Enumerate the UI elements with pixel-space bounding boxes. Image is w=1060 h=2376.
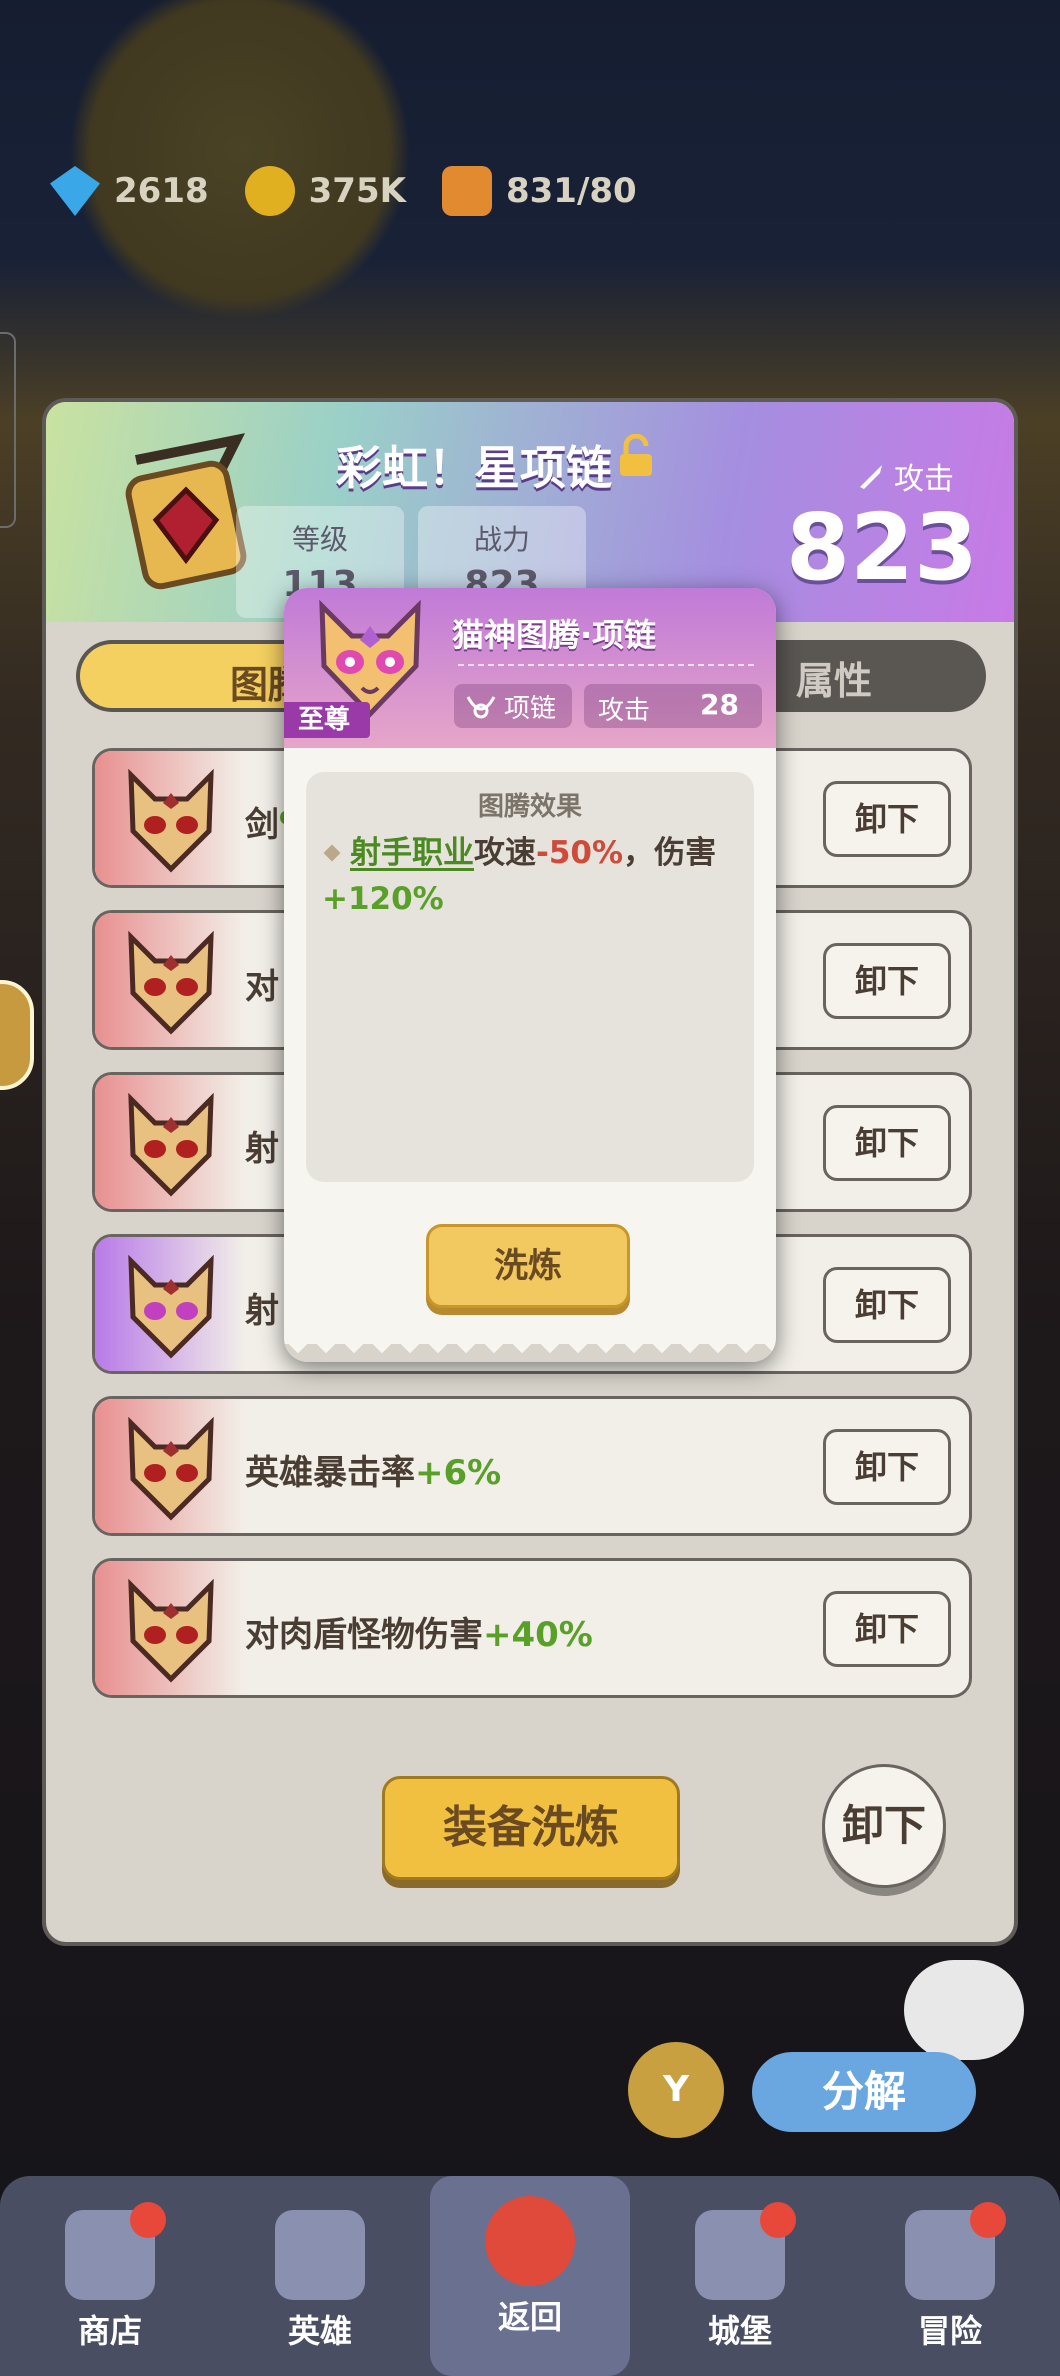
attack-chip: 攻击 28 [584, 684, 762, 728]
popup-header: 至尊 猫神图腾·项链 项链 攻击 28 [284, 588, 776, 748]
effect-value2: +120% [322, 881, 444, 917]
popup-zigzag-edge [284, 1344, 776, 1362]
refine-button[interactable]: 洗炼 [426, 1224, 630, 1308]
effect-title: 图腾效果 [477, 792, 582, 822]
class-link[interactable]: 射手职业 [350, 835, 474, 871]
necklace-type-icon [466, 696, 496, 719]
title-divider [458, 664, 754, 666]
effect-description: 射手职业攻速-50%，伤害 +120% [322, 830, 742, 922]
item-type-chip: 项链 [454, 684, 572, 728]
popup-title: 猫神图腾·项链 [452, 616, 657, 654]
effect-part1: 攻速 [474, 835, 536, 871]
totem-effect-box: 图腾效果 射手职业攻速-50%，伤害 +120% [306, 772, 754, 1182]
item-type-label: 项链 [504, 693, 557, 724]
rarity-badge: 至尊 [284, 702, 370, 738]
attack-chip-label: 攻击 [598, 696, 651, 726]
effect-value1: -50% [536, 835, 624, 871]
bullet-diamond-icon [323, 844, 341, 862]
attack-chip-value: 28 [700, 688, 739, 721]
totem-detail-popup: 至尊 猫神图腾·项链 项链 攻击 28 图腾效果 射手职业攻速-50%，伤害 +1… [284, 588, 776, 1362]
effect-part2: ，伤害 [623, 835, 717, 871]
